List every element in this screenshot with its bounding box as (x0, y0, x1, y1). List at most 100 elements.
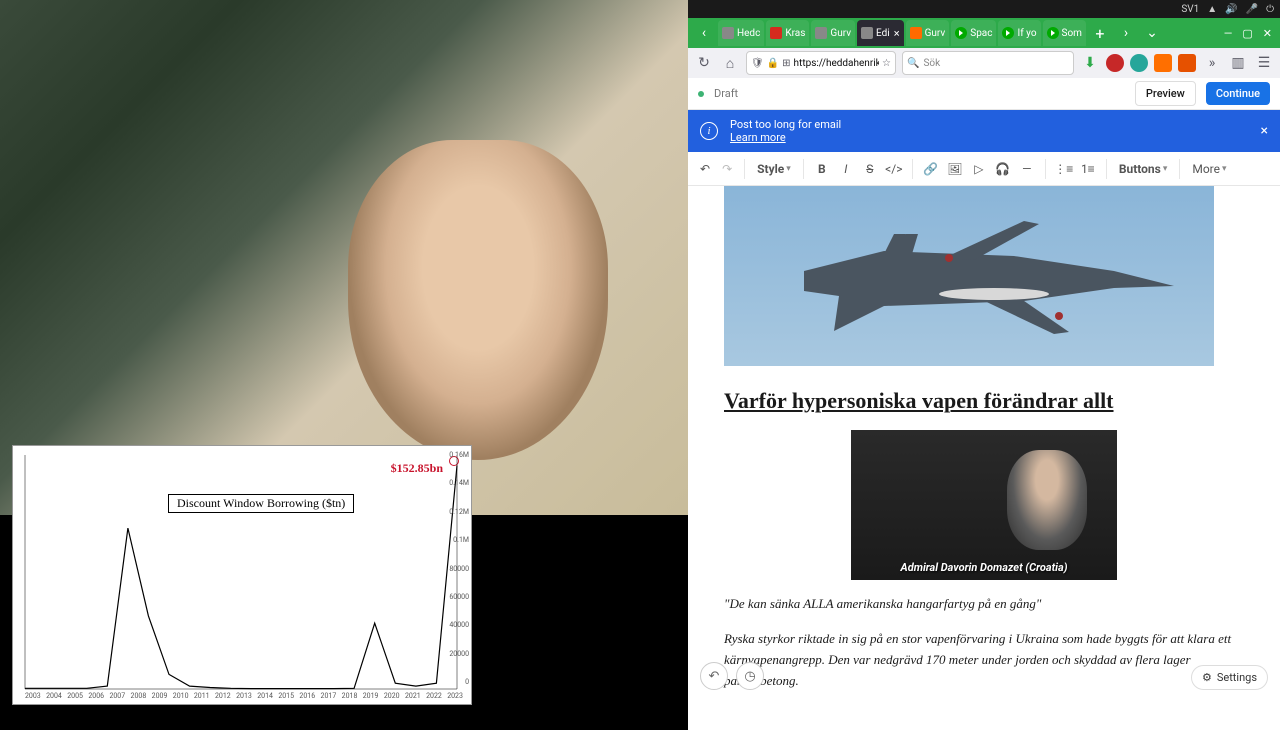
banner-close-button[interactable]: × (1261, 123, 1268, 139)
link-button[interactable]: 🔗 (921, 162, 941, 176)
home-button[interactable]: ⌂ (720, 53, 740, 73)
chart-y-axis: 0.16M0.14M0.12M0.1M800006000040000200000 (449, 451, 469, 686)
history-undo-button[interactable]: ↶ (700, 662, 728, 690)
style-dropdown[interactable]: Style ▾ (753, 159, 795, 179)
tab-scroll-right[interactable]: › (1114, 21, 1138, 45)
tab-label: Som (1062, 28, 1082, 39)
overflow-menu[interactable]: » (1202, 53, 1222, 73)
bold-button[interactable]: B (812, 162, 832, 176)
bulleted-list-button[interactable]: ⋮≡ (1054, 162, 1074, 176)
webcam-pane: $152.85bn Discount Window Borrowing ($tn… (0, 0, 688, 720)
tab-label: Gurv (925, 28, 946, 39)
ext-teal-icon[interactable] (1130, 54, 1148, 72)
browser-tab[interactable]: Gurv (811, 20, 855, 46)
browser-window: SV1 ▲ 🔊 🎤 ⏻ ‹ Hedc Kras Gurv Edi × Gurv Spac If… (688, 0, 1280, 720)
banner-text: Post too long for email Learn more (730, 118, 1249, 144)
browser-tab[interactable]: If yo (998, 20, 1040, 46)
editor-body[interactable]: Varför hypersoniska vapen förändrar allt… (688, 186, 1280, 730)
settings-button[interactable]: ⚙ Settings (1191, 665, 1268, 690)
new-tab-button[interactable]: + (1088, 24, 1112, 43)
browser-tabstrip: ‹ Hedc Kras Gurv Edi × Gurv Spac If yo Som + › ⌄… (688, 18, 1280, 48)
browser-tab[interactable]: Som (1043, 20, 1086, 46)
search-icon: 🔍 (907, 58, 919, 69)
browser-tab[interactable]: Hedc (718, 20, 764, 46)
strike-button[interactable]: S (860, 162, 880, 176)
tray-mic-icon[interactable]: 🎤 (1246, 4, 1258, 15)
jet-silhouette (794, 216, 1174, 336)
history-clock-button[interactable]: ◷ (736, 662, 764, 690)
undo-button[interactable]: ↶ (696, 159, 714, 179)
audio-button[interactable]: 🎧 (993, 162, 1013, 176)
article-body-1[interactable]: Ryska styrkor riktade in sig på en stor … (724, 629, 1244, 691)
tab-close-button[interactable]: × (894, 27, 900, 40)
webcam-video (0, 0, 688, 515)
reload-button[interactable]: ↻ (694, 53, 714, 73)
tab-label: Kras (785, 28, 805, 39)
warning-banner: i Post too long for email Learn more × (688, 110, 1280, 152)
browser-tab[interactable]: Gurv (906, 20, 950, 46)
admiral-face (1007, 450, 1087, 550)
format-toolbar: ↶ ↷ Style ▾ B I S </> 🔗 🖼 ▷ 🎧 — ⋮≡ 1≡ Bu… (688, 152, 1280, 186)
browser-tab[interactable]: Kras (766, 20, 809, 46)
chart-x-axis: 2003200420052006200720082009201020112012… (25, 692, 463, 700)
bookmark-star-icon[interactable]: ☆ (882, 58, 891, 69)
tab-favicon (722, 27, 734, 39)
browser-tab[interactable]: Spac (951, 20, 996, 46)
lang-indicator[interactable]: SV1 (1181, 4, 1199, 15)
numbered-list-button[interactable]: 1≡ (1078, 162, 1098, 176)
banner-message: Post too long for email (730, 118, 1249, 131)
library-button[interactable]: ▥ (1228, 53, 1248, 73)
banner-learn-more-link[interactable]: Learn more (730, 131, 786, 144)
tray-network-icon[interactable]: ▲ (1207, 4, 1217, 15)
admiral-caption: Admiral Davorin Domazet (Croatia) (851, 561, 1117, 574)
ext-orange2-icon[interactable] (1178, 54, 1196, 72)
permissions-icon: ⊞ (782, 58, 790, 69)
article-quote[interactable]: "De kan sänka ALLA amerikanska hangarfar… (724, 594, 1244, 614)
window-close[interactable]: ✕ (1259, 27, 1276, 40)
info-icon: i (700, 122, 718, 140)
tab-label: Hedc (737, 28, 760, 39)
code-button[interactable]: </> (884, 162, 904, 176)
image-button[interactable]: 🖼 (945, 162, 965, 176)
app-menu[interactable]: ☰ (1254, 53, 1274, 73)
ext-orange-icon[interactable] (1154, 54, 1172, 72)
browser-tab[interactable]: Edi × (857, 20, 904, 46)
tray-power-icon[interactable]: ⏻ (1266, 4, 1274, 15)
search-placeholder: Sök (923, 58, 940, 69)
ext-abp-icon[interactable] (1106, 54, 1124, 72)
continue-button[interactable]: Continue (1206, 82, 1270, 105)
tab-favicon (815, 27, 827, 39)
window-minimize[interactable]: — (1220, 27, 1237, 40)
tab-favicon (861, 27, 873, 39)
tab-list-button[interactable]: ⌄ (1140, 21, 1164, 45)
draft-label: Draft (714, 87, 1125, 100)
window-maximize[interactable]: ▢ (1238, 27, 1256, 40)
tab-label: Edi (876, 28, 890, 39)
tab-favicon (770, 27, 782, 39)
tab-label: Gurv (830, 28, 851, 39)
downloads-button[interactable]: ⬇ (1080, 53, 1100, 73)
tab-favicon (1047, 27, 1059, 39)
video-button[interactable]: ▷ (969, 162, 989, 176)
shield-icon: 🛡 (751, 58, 764, 69)
url-text: https://heddahenrik.subst (794, 58, 879, 69)
jet-image[interactable] (724, 186, 1214, 366)
preview-button[interactable]: Preview (1135, 81, 1196, 106)
tab-scroll-left[interactable]: ‹ (692, 21, 716, 45)
search-bar[interactable]: 🔍 Sök (902, 51, 1074, 75)
admiral-image[interactable]: Admiral Davorin Domazet (Croatia) (851, 430, 1117, 580)
url-bar[interactable]: 🛡 🔒 ⊞ https://heddahenrik.subst ☆ (746, 51, 896, 75)
redo-button[interactable]: ↷ (718, 159, 736, 179)
more-dropdown[interactable]: More ▾ (1188, 159, 1230, 179)
chart-plot (21, 451, 461, 696)
chart-overlay: $152.85bn Discount Window Borrowing ($tn… (12, 445, 472, 705)
tray-volume-icon[interactable]: 🔊 (1225, 4, 1237, 15)
tab-favicon (955, 27, 967, 39)
settings-label: Settings (1217, 671, 1257, 684)
tab-label: Spac (970, 28, 992, 39)
italic-button[interactable]: I (836, 162, 856, 176)
buttons-dropdown[interactable]: Buttons ▾ (1115, 159, 1172, 179)
article-heading[interactable]: Varför hypersoniska vapen förändrar allt (724, 386, 1244, 416)
webcam-face (348, 140, 608, 460)
divider-button[interactable]: — (1017, 162, 1037, 176)
